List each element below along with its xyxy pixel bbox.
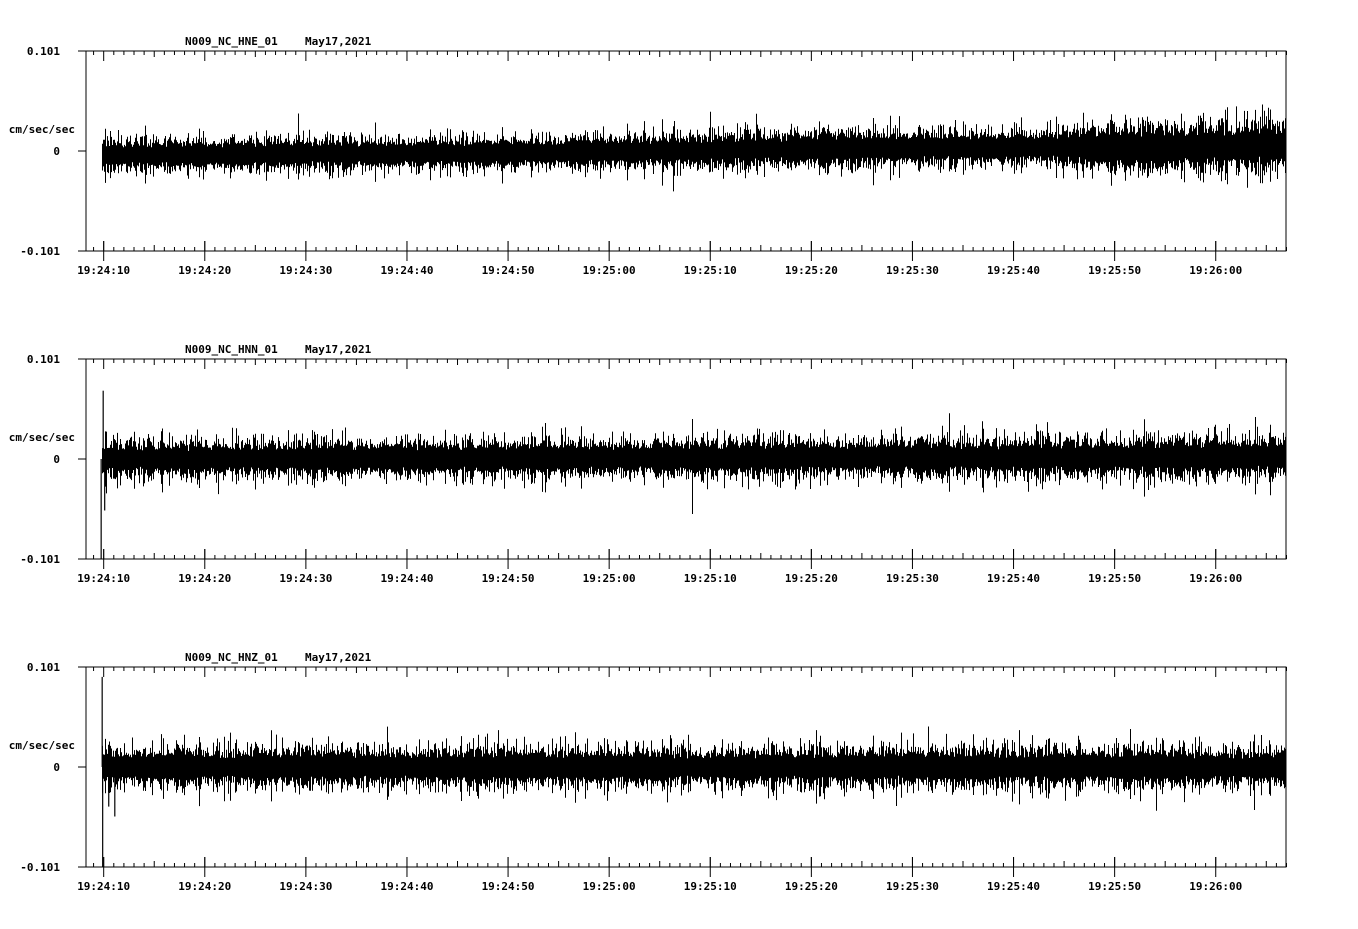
seismogram-figure: N009_NC_HNE_01 May17,2021 0.101 0 -0.101 cm/s… xyxy=(0,0,1358,924)
y-tick-label: -0.101 xyxy=(20,861,60,874)
x-tick-label: 19:25:30 xyxy=(886,880,939,893)
y-tick-label: 0.101 xyxy=(27,45,60,58)
y-axis-unit-label: cm/sec/sec xyxy=(9,123,75,136)
y-tick-label: 0.101 xyxy=(27,661,60,674)
y-axis-unit-label: cm/sec/sec xyxy=(9,739,75,752)
x-tick-label: 19:24:10 xyxy=(77,264,130,277)
x-tick-label: 19:24:20 xyxy=(178,572,231,585)
x-tick-label: 19:25:00 xyxy=(583,880,636,893)
x-tick-label: 19:24:50 xyxy=(482,264,535,277)
x-tick-label: 19:24:10 xyxy=(77,880,130,893)
x-tick-label: 19:26:00 xyxy=(1189,572,1242,585)
x-tick-label: 19:25:40 xyxy=(987,880,1040,893)
channel-title: N009_NC_HNN_01 xyxy=(185,343,278,356)
x-tick-label: 19:25:50 xyxy=(1088,880,1141,893)
x-tick-label: 19:25:20 xyxy=(785,572,838,585)
x-tick-label: 19:25:00 xyxy=(583,572,636,585)
x-tick-label: 19:25:30 xyxy=(886,572,939,585)
x-tick-label: 19:25:30 xyxy=(886,264,939,277)
x-tick-label: 19:24:20 xyxy=(178,880,231,893)
y-tick-label: -0.101 xyxy=(20,553,60,566)
x-tick-label: 19:24:50 xyxy=(482,880,535,893)
y-axis-unit-label: cm/sec/sec xyxy=(9,431,75,444)
waveform-trace xyxy=(102,413,1286,514)
x-tick-label: 19:24:30 xyxy=(279,880,332,893)
x-tick-label: 19:25:10 xyxy=(684,880,737,893)
x-tick-label: 19:24:40 xyxy=(380,880,433,893)
x-tick-label: 19:24:30 xyxy=(279,264,332,277)
x-tick-label: 19:24:50 xyxy=(482,572,535,585)
x-tick-label: 19:25:20 xyxy=(785,880,838,893)
y-tick-label: 0 xyxy=(53,453,60,466)
channel-title: N009_NC_HNZ_01 xyxy=(185,651,278,664)
seismogram-svg: N009_NC_HNE_01 May17,2021 0.101 0 -0.101 cm/s… xyxy=(9,35,1287,893)
x-tick-label: 19:25:50 xyxy=(1088,264,1141,277)
channel-title: N009_NC_HNE_01 xyxy=(185,35,278,48)
x-tick-label: 19:24:40 xyxy=(380,572,433,585)
x-tick-label: 19:24:40 xyxy=(380,264,433,277)
x-tick-label: 19:25:10 xyxy=(684,572,737,585)
x-tick-label: 19:25:40 xyxy=(987,264,1040,277)
record-date: May17,2021 xyxy=(305,35,372,48)
x-tick-label: 19:26:00 xyxy=(1189,880,1242,893)
y-tick-label: 0 xyxy=(53,761,60,774)
x-tick-label: 19:25:20 xyxy=(785,264,838,277)
x-tick-label: 19:26:00 xyxy=(1189,264,1242,277)
x-tick-label: 19:24:10 xyxy=(77,572,130,585)
x-tick-label: 19:25:50 xyxy=(1088,572,1141,585)
x-tick-label: 19:25:40 xyxy=(987,572,1040,585)
y-tick-label: 0 xyxy=(53,145,60,158)
x-tick-label: 19:24:30 xyxy=(279,572,332,585)
waveform-trace xyxy=(102,104,1286,192)
x-tick-label: 19:24:20 xyxy=(178,264,231,277)
record-date: May17,2021 xyxy=(305,343,372,356)
waveform-trace xyxy=(102,726,1286,811)
y-tick-label: -0.101 xyxy=(20,245,60,258)
record-date: May17,2021 xyxy=(305,651,372,664)
y-tick-label: 0.101 xyxy=(27,353,60,366)
x-tick-label: 19:25:00 xyxy=(583,264,636,277)
x-tick-label: 19:25:10 xyxy=(684,264,737,277)
